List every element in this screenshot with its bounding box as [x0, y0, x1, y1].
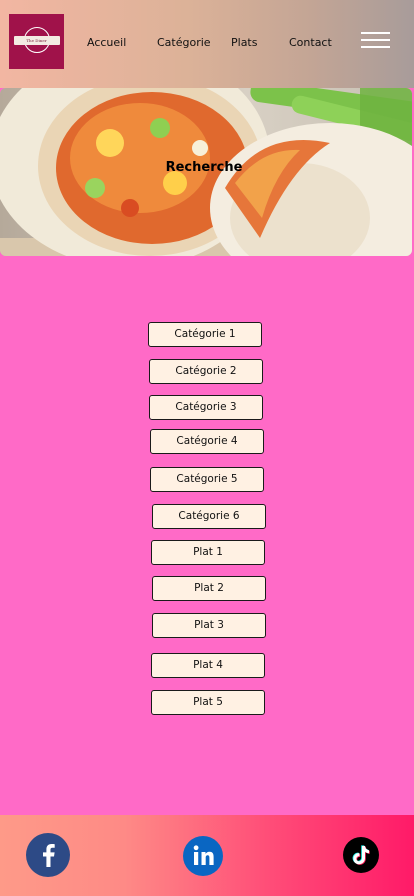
tiktok-icon[interactable] — [343, 837, 379, 873]
category-5-button[interactable]: Catégorie 5 — [150, 467, 264, 492]
facebook-icon[interactable] — [26, 833, 70, 877]
plat-2-button[interactable]: Plat 2 — [152, 576, 266, 601]
plat-5-button[interactable]: Plat 5 — [151, 690, 265, 715]
category-1-button[interactable]: Catégorie 1 — [148, 322, 262, 347]
plat-3-button[interactable]: Plat 3 — [152, 613, 266, 638]
category-4-button[interactable]: Catégorie 4 — [150, 429, 264, 454]
hamburger-menu-icon[interactable] — [361, 30, 390, 50]
hero-title: Recherche — [165, 160, 243, 175]
nav-link-plats[interactable]: Plats — [231, 36, 257, 49]
plat-1-button[interactable]: Plat 1 — [151, 540, 265, 565]
hero-banner: Recherche — [0, 88, 412, 256]
category-6-button[interactable]: Catégorie 6 — [152, 504, 266, 529]
logo-text: The Diner — [13, 35, 60, 45]
category-3-button[interactable]: Catégorie 3 — [149, 395, 263, 420]
category-2-button[interactable]: Catégorie 2 — [149, 359, 263, 384]
footer-bar — [0, 815, 414, 896]
plat-4-button[interactable]: Plat 4 — [151, 653, 265, 678]
nav-link-contact[interactable]: Contact — [289, 36, 332, 49]
logo-badge: The Diner — [12, 26, 62, 57]
top-navigation-bar: The Diner Accueil Catégorie Plats Contac… — [0, 0, 414, 88]
nav-link-categorie[interactable]: Catégorie — [157, 36, 211, 49]
nav-link-accueil[interactable]: Accueil — [87, 36, 126, 49]
site-logo[interactable]: The Diner — [9, 14, 64, 69]
linkedin-icon[interactable] — [183, 836, 223, 876]
